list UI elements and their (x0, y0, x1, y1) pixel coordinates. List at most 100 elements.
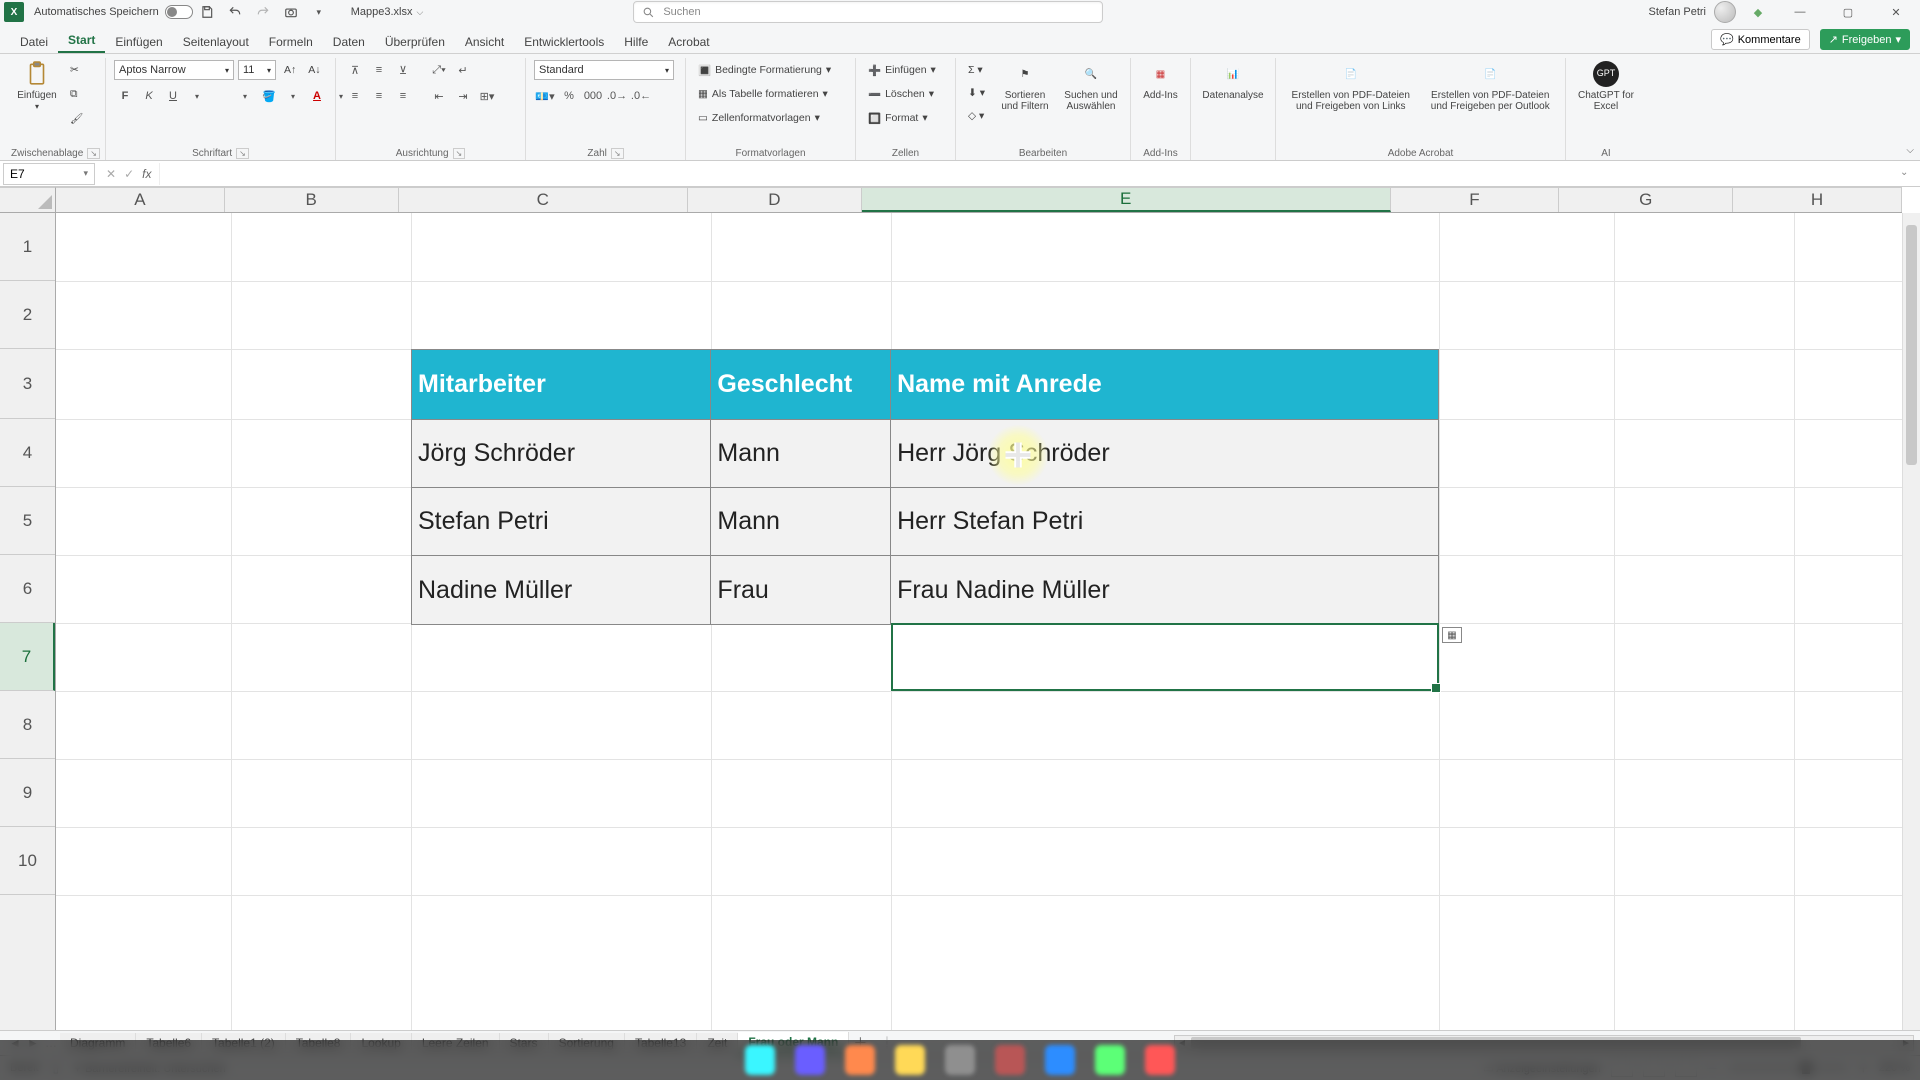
header-geschlecht[interactable]: Geschlecht (711, 350, 891, 420)
cell-c5[interactable]: Stefan Petri (412, 488, 711, 556)
delete-cells-button[interactable]: ➖ Löschen ▾ (864, 84, 940, 104)
indent-increase-icon[interactable]: ⇥ (452, 86, 474, 106)
font-color-icon[interactable]: A (306, 86, 328, 106)
row-9[interactable]: 9 (0, 759, 55, 827)
autosave-toggle[interactable]: Automatisches Speichern (34, 5, 193, 19)
scrollbar-thumb[interactable] (1906, 225, 1917, 465)
data-analysis-button[interactable]: 📊Datenanalyse (1199, 60, 1267, 101)
align-left-icon[interactable]: ≡ (344, 86, 366, 106)
find-select-button[interactable]: 🔍Suchen und Auswählen (1061, 60, 1121, 112)
clear-icon[interactable]: ◇ ▾ (964, 106, 989, 126)
col-H[interactable]: H (1733, 188, 1902, 212)
taskbar-app-icon[interactable] (1145, 1045, 1175, 1075)
taskbar-app-icon[interactable] (745, 1045, 775, 1075)
formula-expand-icon[interactable]: ⌄ (1900, 167, 1916, 179)
cell-e5[interactable]: Herr Stefan Petri (891, 488, 1438, 556)
italic-icon[interactable]: K (138, 86, 160, 106)
align-center-icon[interactable]: ≡ (368, 86, 390, 106)
decrease-font-icon[interactable]: A↓ (304, 60, 324, 80)
row-5[interactable]: 5 (0, 487, 55, 555)
tab-start[interactable]: Start (58, 29, 105, 53)
align-bottom-icon[interactable]: ⊻ (392, 60, 414, 80)
align-top-icon[interactable]: ⊼ (344, 60, 366, 80)
sort-filter-button[interactable]: ⚑Sortieren und Filtern (995, 60, 1055, 112)
col-C[interactable]: C (399, 188, 688, 212)
qat-dropdown-icon[interactable]: ▾ (309, 2, 329, 22)
accounting-icon[interactable]: 💶▾ (534, 86, 556, 106)
tab-hilfe[interactable]: Hilfe (614, 31, 658, 53)
fill-color-icon[interactable]: 🪣 (258, 86, 280, 106)
taskbar-app-icon[interactable] (945, 1045, 975, 1075)
cell-d4[interactable]: Mann (711, 420, 891, 488)
row-2[interactable]: 2 (0, 281, 55, 349)
tab-ansicht[interactable]: Ansicht (455, 31, 514, 53)
format-cells-button[interactable]: 🔲 Format ▾ (864, 108, 940, 128)
row-6[interactable]: 6 (0, 555, 55, 623)
cell-d6[interactable]: Frau (711, 556, 891, 624)
tab-einfuegen[interactable]: Einfügen (105, 31, 172, 53)
cancel-formula-icon[interactable]: ✕ (106, 167, 116, 181)
font-size-select[interactable]: 11▾ (238, 60, 276, 80)
thousands-icon[interactable]: 000 (582, 86, 604, 106)
border-icon[interactable] (210, 86, 232, 106)
col-F[interactable]: F (1391, 188, 1560, 212)
undo-icon[interactable] (225, 2, 245, 22)
col-A[interactable]: A (56, 188, 225, 212)
fill-icon[interactable]: ⬇ ▾ (964, 83, 989, 103)
header-name-anrede[interactable]: Name mit Anrede (891, 350, 1438, 420)
dialog-launcher-icon[interactable]: ↘ (611, 148, 624, 159)
row-3[interactable]: 3 (0, 349, 55, 419)
taskbar-app-icon[interactable] (845, 1045, 875, 1075)
tab-acrobat[interactable]: Acrobat (658, 31, 719, 53)
tab-seitenlayout[interactable]: Seitenlayout (173, 31, 259, 53)
cell-c6[interactable]: Nadine Müller (412, 556, 711, 624)
tab-entwicklertools[interactable]: Entwicklertools (514, 31, 614, 53)
font-name-select[interactable]: Aptos Narrow▾ (114, 60, 234, 80)
format-painter-icon[interactable]: 🖌 (66, 108, 87, 128)
indent-decrease-icon[interactable]: ⇤ (428, 86, 450, 106)
underline-icon[interactable]: U (162, 86, 184, 106)
ribbon-collapse-icon[interactable]: ⌵ (1906, 145, 1914, 156)
header-mitarbeiter[interactable]: Mitarbeiter (412, 350, 711, 420)
row-1[interactable]: 1 (0, 213, 55, 281)
acrobat-pdf-link-button[interactable]: 📄Erstellen von PDF-Dateien und Freigeben… (1284, 60, 1418, 112)
comments-button[interactable]: 💬 Kommentare (1711, 29, 1810, 50)
col-B[interactable]: B (225, 188, 399, 212)
close-icon[interactable]: ✕ (1876, 0, 1916, 24)
cell-d5[interactable]: Mann (711, 488, 891, 556)
search-box[interactable]: Suchen (633, 1, 1103, 23)
tab-formeln[interactable]: Formeln (259, 31, 323, 53)
cell-e4[interactable]: Herr Jörg Schröder (891, 420, 1438, 488)
cells[interactable]: Mitarbeiter Geschlecht Name mit Anrede J… (56, 213, 1902, 1030)
row-7[interactable]: 7 (0, 623, 55, 691)
format-as-table-button[interactable]: ▦ Als Tabelle formatieren ▾ (694, 84, 835, 104)
cell-c4[interactable]: Jörg Schröder (412, 420, 711, 488)
decrease-decimal-icon[interactable]: .0← (630, 86, 652, 106)
align-middle-icon[interactable]: ≡ (368, 60, 390, 80)
vertical-scrollbar[interactable] (1902, 213, 1920, 1030)
fx-icon[interactable]: fx (142, 167, 151, 181)
insert-cells-button[interactable]: ➕ Einfügen ▾ (864, 60, 940, 80)
taskbar-app-icon[interactable] (1095, 1045, 1125, 1075)
taskbar-app-icon[interactable] (895, 1045, 925, 1075)
increase-decimal-icon[interactable]: .0→ (606, 86, 628, 106)
active-cell[interactable] (891, 623, 1439, 691)
autosum-icon[interactable]: Σ ▾ (964, 60, 989, 80)
taskbar-app-icon[interactable] (1045, 1045, 1075, 1075)
name-box-chevron-icon[interactable]: ▾ (83, 168, 88, 179)
paste-button[interactable]: Einfügen ▾ (14, 60, 60, 112)
minimize-icon[interactable]: — (1780, 0, 1820, 24)
dialog-launcher-icon[interactable]: ↘ (87, 148, 100, 159)
maximize-icon[interactable]: ▢ (1828, 0, 1868, 24)
increase-font-icon[interactable]: A↑ (280, 60, 300, 80)
user-avatar[interactable] (1714, 1, 1736, 23)
cell-styles-button[interactable]: ▭ Zellenformatvorlagen ▾ (694, 108, 835, 128)
copy-icon[interactable]: ⧉ (66, 84, 87, 104)
toggle-switch[interactable] (165, 5, 193, 19)
taskbar-app-icon[interactable] (795, 1045, 825, 1075)
row-10[interactable]: 10 (0, 827, 55, 895)
tab-daten[interactable]: Daten (323, 31, 375, 53)
camera-icon[interactable] (281, 2, 301, 22)
user-name[interactable]: Stefan Petri (1649, 6, 1706, 18)
addins-button[interactable]: ▦Add-Ins (1139, 60, 1182, 101)
